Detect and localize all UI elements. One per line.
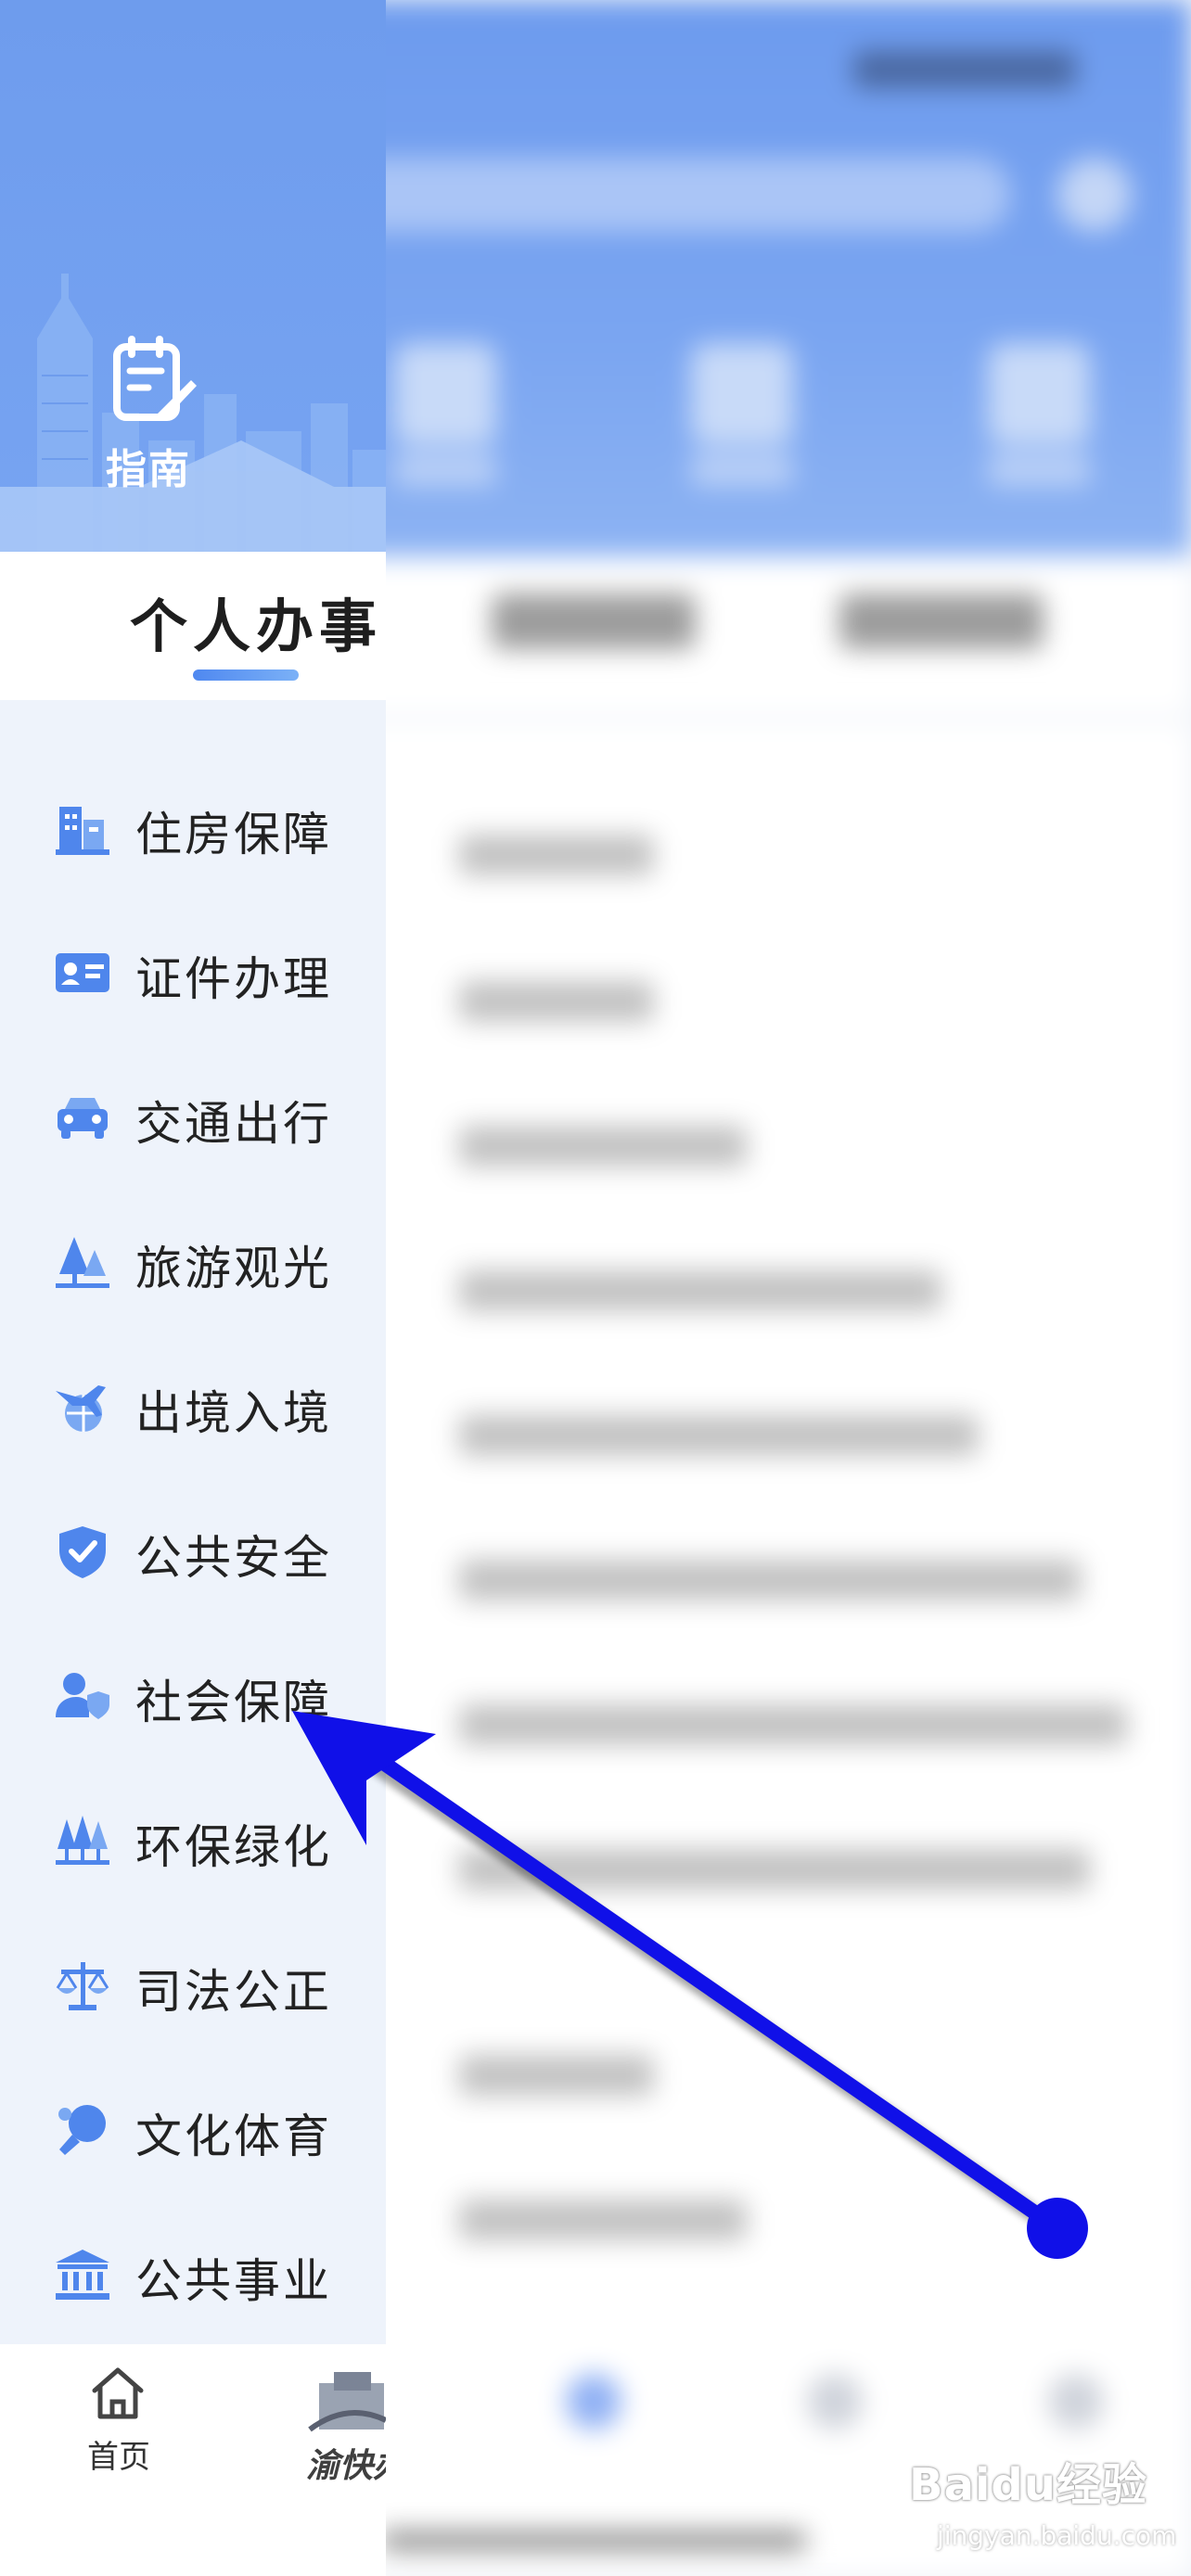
app-logo-text: 渝快办 <box>306 2447 386 2485</box>
nav-home-label[interactable]: 首页 <box>74 2431 163 2477</box>
bg-shortcut-label <box>691 454 793 486</box>
category-housing[interactable]: 住房保障 <box>0 781 386 874</box>
bg-tab <box>492 593 696 649</box>
bg-list-row <box>459 835 654 875</box>
category-label: 公共事业 <box>135 2254 332 2308</box>
person-shield-icon <box>56 1673 109 1719</box>
bg-nav-icon <box>566 2374 621 2429</box>
bg-tab <box>839 593 1044 649</box>
watermark-url: jingyan.baidu.com <box>937 2520 1177 2551</box>
bg-list-row <box>459 1560 1081 1600</box>
bg-list-row <box>459 1270 941 1311</box>
tree-icon <box>56 1237 109 1288</box>
category-label: 环保绿化 <box>135 1820 332 1874</box>
category-immigration[interactable]: 出境入境 <box>0 1359 386 1452</box>
bg-search-button <box>1057 158 1132 232</box>
category-label: 公共安全 <box>135 1531 332 1585</box>
bg-list-row <box>459 2055 654 2096</box>
bg-status-right <box>853 51 1076 88</box>
category-public-utilities[interactable]: 公共事业 <box>0 2227 386 2320</box>
bg-home-indicator <box>380 2531 807 2550</box>
bg-shortcut-label <box>394 454 496 486</box>
bg-list-row <box>459 1704 1127 1745</box>
home-icon[interactable] <box>87 2363 148 2424</box>
bg-nav-icon <box>807 2374 863 2429</box>
bg-list-row <box>459 1415 979 1456</box>
tab-active-indicator <box>193 670 299 681</box>
tab-personal-affairs[interactable]: 个人办事 <box>130 580 382 663</box>
category-label: 证件办理 <box>135 952 332 1006</box>
shield-icon <box>59 1526 106 1578</box>
watermark-brand: Baidu经验 <box>909 2459 1147 2511</box>
ping-pong-icon <box>58 2105 106 2155</box>
bg-shortcut-icon <box>394 343 496 445</box>
category-tourism[interactable]: 旅游观光 <box>0 1215 386 1307</box>
app-logo-icon[interactable] <box>306 2365 386 2439</box>
category-label: 社会保障 <box>135 1676 332 1729</box>
category-social-security[interactable]: 社会保障 <box>0 1649 386 1741</box>
category-label: 交通出行 <box>135 1097 332 1151</box>
bg-list-row <box>459 1849 1090 1890</box>
category-environment[interactable]: 环保绿化 <box>0 1793 386 1886</box>
bg-shortcut-icon <box>988 343 1090 445</box>
guide-title: 指南 <box>106 446 191 493</box>
bg-list-row <box>459 981 654 1022</box>
category-label: 旅游观光 <box>135 1242 332 1295</box>
id-card-icon <box>56 953 109 992</box>
bg-nav-icon <box>1048 2374 1104 2429</box>
category-culture-sports[interactable]: 文化体育 <box>0 2083 386 2175</box>
car-icon <box>58 1098 108 1139</box>
category-justice[interactable]: 司法公正 <box>0 1938 386 2031</box>
bg-list-row <box>459 2200 747 2240</box>
plane-globe-icon <box>56 1385 106 1432</box>
guide-header: 指南 <box>0 0 386 552</box>
category-public-safety[interactable]: 公共安全 <box>0 1504 386 1597</box>
guide-panel: 指南 个人办事 住房保障 证件办理 交通出行 旅游观光 出境入境 公共安全 社会… <box>0 0 386 2576</box>
scale-icon <box>56 1962 109 2010</box>
bg-shortcut-label <box>988 454 1090 486</box>
bg-list-row <box>459 1126 747 1167</box>
forest-icon <box>56 1816 109 1865</box>
category-label: 出境入境 <box>135 1386 332 1440</box>
category-label: 文化体育 <box>135 2110 332 2163</box>
category-transport[interactable]: 交通出行 <box>0 1070 386 1163</box>
category-label: 住房保障 <box>135 808 332 861</box>
bg-shortcut-icon <box>691 343 793 445</box>
category-label: 司法公正 <box>135 1965 332 2019</box>
bank-icon <box>56 2250 109 2300</box>
category-id-documents[interactable]: 证件办理 <box>0 925 386 1018</box>
building-icon <box>56 807 109 855</box>
guide-notebook-icon <box>113 336 197 421</box>
